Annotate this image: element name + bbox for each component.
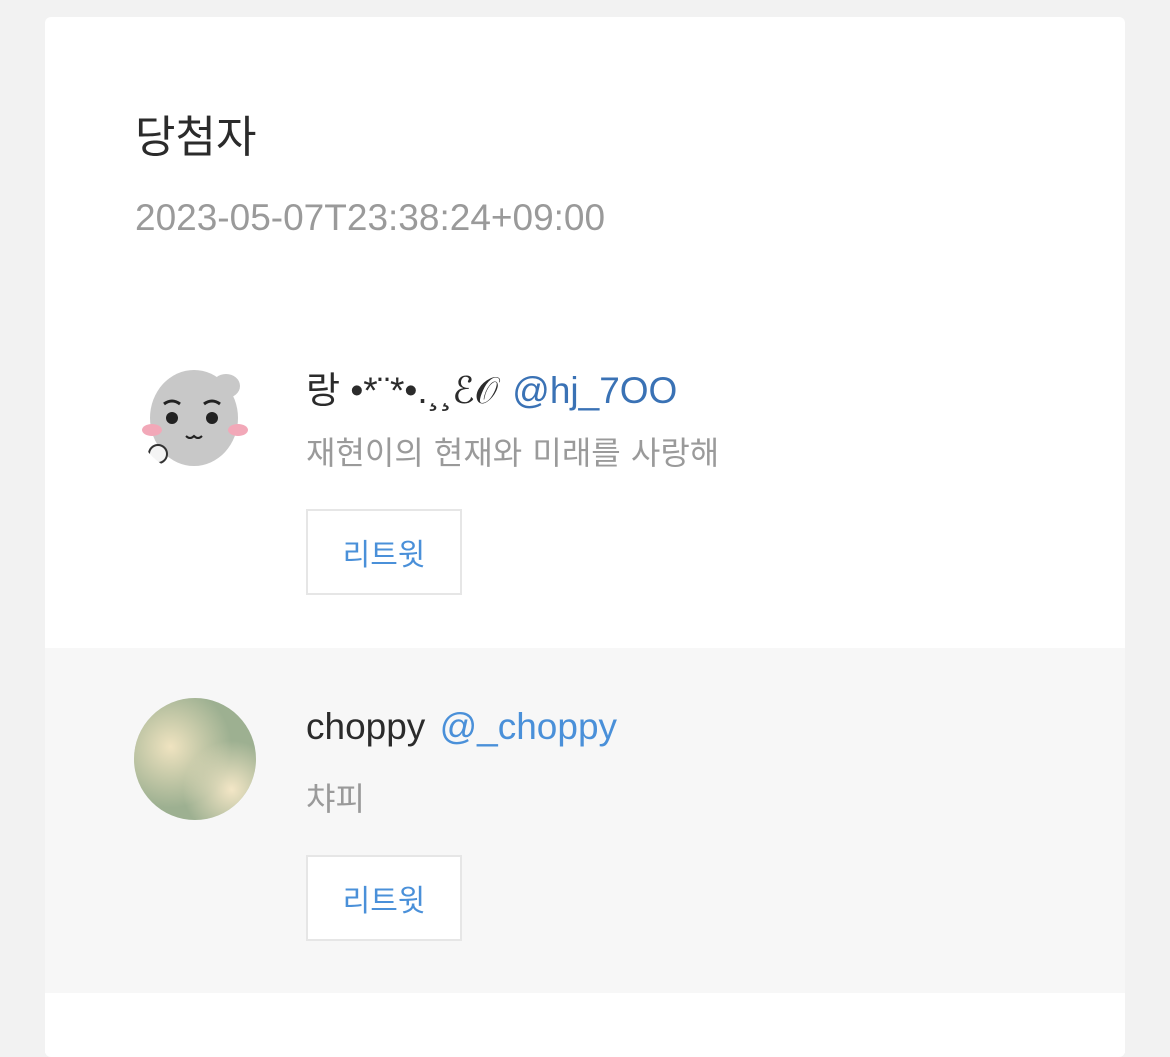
draw-timestamp: 2023-05-07T23:38:24+09:00 bbox=[135, 197, 606, 238]
next-row-edge bbox=[45, 993, 1125, 1053]
display-name: choppy bbox=[306, 706, 426, 747]
winners-card: 당첨자 2023-05-07T23:38:24+09:00 랑 •*¨*•.¸¸… bbox=[45, 17, 1125, 1057]
winner-name-line: 랑 •*¨*•.¸¸ℰ𝒪 @hj_7OO bbox=[306, 360, 677, 414]
page-title: 당첨자 bbox=[135, 112, 257, 163]
user-bio: 챠피 bbox=[306, 780, 365, 818]
retweet-button[interactable]: 리트윗 bbox=[306, 855, 462, 941]
avatar[interactable] bbox=[134, 698, 256, 820]
user-handle-link[interactable]: @_choppy bbox=[440, 706, 617, 747]
user-bio: 재현이의 현재와 미래를 사랑해 bbox=[306, 434, 720, 472]
avatar-image bbox=[134, 698, 256, 820]
avatar-image bbox=[134, 352, 256, 474]
winner-row: 랑 •*¨*•.¸¸ℰ𝒪 @hj_7OO 재현이의 현재와 미래를 사랑해 리트… bbox=[45, 302, 1125, 648]
retweet-button[interactable]: 리트윗 bbox=[306, 509, 462, 595]
winner-row: choppy @_choppy 챠피 리트윗 bbox=[45, 648, 1125, 994]
user-handle-link[interactable]: @hj_7OO bbox=[512, 370, 677, 411]
avatar[interactable] bbox=[134, 352, 256, 474]
display-name: 랑 •*¨*•.¸¸ℰ𝒪 bbox=[306, 370, 498, 411]
winner-name-line: choppy @_choppy bbox=[306, 706, 617, 748]
